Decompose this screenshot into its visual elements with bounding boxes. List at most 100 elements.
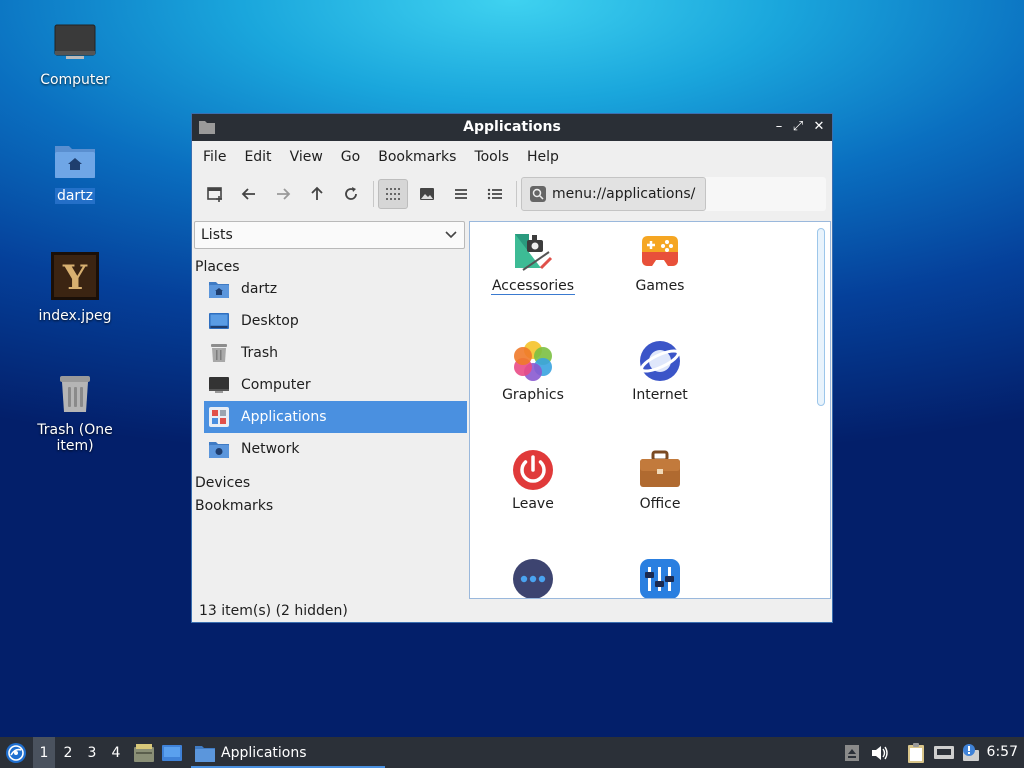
network-status-button[interactable] [933,737,955,768]
desktop-icon [162,744,182,761]
place-item-desktop[interactable]: Desktop [204,305,467,337]
desktop-icon [208,310,230,332]
workspace-2[interactable]: 2 [57,737,79,768]
network-icon [208,438,230,460]
app-label: Internet [632,387,688,403]
app-item-graphics[interactable]: Graphics [478,339,588,403]
place-label: Network [241,441,300,457]
vertical-scrollbar[interactable] [817,228,825,590]
volume-icon [872,745,888,760]
scrollbar-thumb[interactable] [817,228,825,406]
forward-button[interactable] [268,179,298,209]
desktop-label-trash: Trash (One item) [37,422,113,454]
place-label: Trash [241,345,278,361]
devices-heading[interactable]: Devices [195,475,250,491]
sound-video-icon [638,557,682,598]
place-item-applications[interactable]: Applications [204,401,467,433]
app-item-leave[interactable]: Leave [478,448,588,512]
status-bar-text: 13 item(s) (2 hidden) [199,603,348,619]
arrow-left-icon [241,188,255,200]
back-button[interactable] [234,179,264,209]
graphics-icon [511,339,555,383]
icon-view-button[interactable] [378,179,408,209]
place-item-computer[interactable]: Computer [204,369,467,401]
reload-button[interactable] [336,179,366,209]
arrow-up-icon [311,186,323,200]
detailed-list-view-button[interactable] [480,179,510,209]
place-item-dartz[interactable]: dartz [204,273,467,305]
taskbar-task-applications[interactable]: Applications [191,737,385,768]
new-tab-icon [207,187,222,202]
menu-file[interactable]: File [194,149,235,165]
clock[interactable]: 6:57 [987,744,1018,760]
desktop-label-index-jpeg: index.jpeg [38,308,112,324]
path-button[interactable]: menu://applications/ [521,177,707,211]
start-menu-button[interactable] [3,737,29,768]
place-label: Desktop [241,313,299,329]
file-manager-icon [134,743,154,762]
new-tab-button[interactable] [200,179,230,209]
minimize-button[interactable]: – [770,118,788,136]
app-item-accessories[interactable]: Accessories [478,230,588,295]
clipboard-button[interactable] [905,737,927,768]
app-label: Graphics [502,387,564,403]
desktop-icon-computer[interactable]: Computer [15,24,135,88]
image-icon [420,188,434,200]
home-folder-icon [15,140,135,184]
menu-tools[interactable]: Tools [465,149,518,165]
app-label: Accessories [490,278,576,295]
workspace-4[interactable]: 4 [105,737,127,768]
app-label: Office [639,496,681,512]
location-bar[interactable]: menu://applications/ [521,177,826,211]
volume-button[interactable] [869,737,891,768]
applications-icon [208,406,230,428]
computer-icon [15,24,135,68]
desktop-label-computer: Computer [40,72,110,88]
bookmarks-heading[interactable]: Bookmarks [195,498,273,514]
desktop-icon-dartz[interactable]: dartz [15,140,135,204]
up-button[interactable] [302,179,332,209]
place-label: Computer [241,377,311,393]
app-item-sound-video[interactable] [605,557,715,598]
notification-button[interactable] [960,737,982,768]
workspace-3[interactable]: 3 [81,737,103,768]
desktop-icon-trash[interactable]: Trash (One item) [15,372,135,454]
office-icon [638,448,682,492]
toolbar-separator [516,181,517,207]
thumbnail-view-button[interactable] [412,179,442,209]
place-item-trash[interactable]: Trash [204,337,467,369]
file-manager-launcher[interactable] [132,737,156,768]
side-pane-mode-select[interactable]: Lists [194,221,465,249]
compact-view-button[interactable] [446,179,476,209]
folder-view[interactable]: Accessories Games Graphics Internet Leav… [469,221,831,599]
menu-bookmarks[interactable]: Bookmarks [369,149,465,165]
app-item-games[interactable]: Games [605,230,715,294]
app-item-internet[interactable]: Internet [605,339,715,403]
home-folder-icon [208,278,230,300]
app-item-other[interactable] [478,557,588,598]
close-button[interactable]: ✕ [810,118,828,136]
place-item-network[interactable]: Network [204,433,467,465]
lubuntu-logo-icon [6,742,26,763]
grid-icon [386,188,400,200]
folder-icon [195,745,215,762]
list-icon [455,189,467,199]
trash-icon [15,372,135,418]
window-titlebar[interactable]: Applications – ⤢ ✕ [192,114,832,141]
menu-view[interactable]: View [281,149,332,165]
desktop-icon-index-jpeg[interactable]: Y index.jpeg [15,252,135,324]
menu-go[interactable]: Go [332,149,369,165]
show-desktop-button[interactable] [160,737,184,768]
maximize-button[interactable]: ⤢ [789,118,807,136]
menu-help[interactable]: Help [518,149,568,165]
app-label: Leave [512,496,554,512]
app-label: Games [635,278,685,294]
workspace-1[interactable]: 1 [33,737,55,768]
menu-edit[interactable]: Edit [235,149,280,165]
desktop-label-dartz: dartz [54,188,96,204]
eject-button[interactable] [842,737,862,768]
clipboard-icon [908,742,924,763]
computer-icon [208,374,230,396]
app-item-office[interactable]: Office [605,448,715,512]
network-wired-icon [934,745,954,759]
